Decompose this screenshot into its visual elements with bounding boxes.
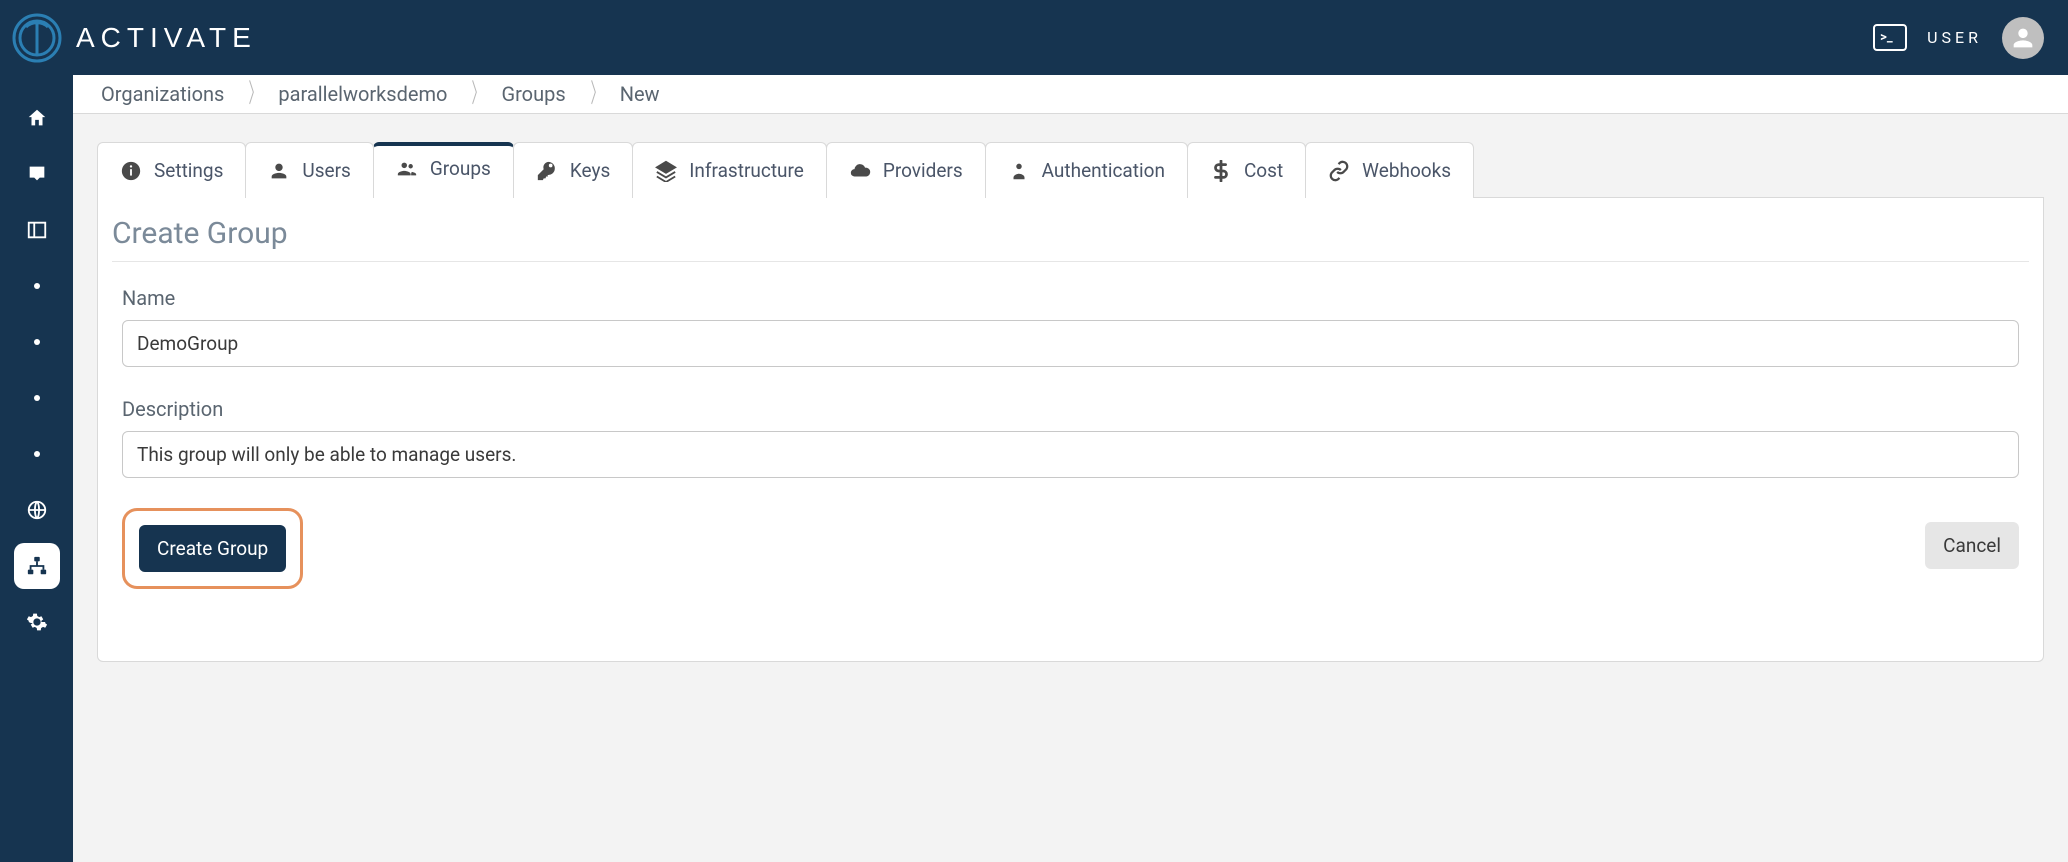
terminal-icon: >_ bbox=[1880, 31, 1893, 44]
tab-label: Providers bbox=[883, 159, 963, 182]
globe-icon bbox=[26, 499, 48, 521]
description-input[interactable] bbox=[122, 431, 2019, 478]
dollar-icon bbox=[1210, 160, 1232, 182]
cloud-icon bbox=[849, 160, 871, 182]
tab-authentication[interactable]: Authentication bbox=[985, 142, 1188, 198]
description-label: Description bbox=[122, 397, 2019, 421]
chevron-right-icon: 〉 bbox=[588, 81, 605, 107]
name-label: Name bbox=[122, 286, 2019, 310]
breadcrumb-item[interactable]: New bbox=[614, 82, 674, 106]
user-icon bbox=[268, 160, 290, 182]
info-icon bbox=[120, 160, 142, 182]
tab-label: Settings bbox=[154, 159, 223, 182]
user-icon bbox=[2009, 24, 2037, 52]
create-group-button[interactable]: Create Group bbox=[139, 525, 286, 572]
sidebar-item-home[interactable] bbox=[14, 95, 60, 141]
avatar[interactable] bbox=[2002, 17, 2044, 59]
inbox-icon bbox=[26, 163, 48, 185]
tab-label: Infrastructure bbox=[689, 159, 804, 182]
field-description: Description bbox=[122, 397, 2019, 478]
tab-label: Groups bbox=[430, 157, 491, 180]
topbar-right: >_ USER bbox=[1873, 17, 2044, 59]
tab-users[interactable]: Users bbox=[245, 142, 373, 198]
tab-webhooks[interactable]: Webhooks bbox=[1305, 142, 1474, 198]
topbar: ACTIVATE >_ USER bbox=[0, 0, 2068, 75]
tab-cost[interactable]: Cost bbox=[1187, 142, 1306, 198]
tab-keys[interactable]: Keys bbox=[513, 142, 633, 198]
tab-settings[interactable]: Settings bbox=[97, 142, 246, 198]
tab-label: Cost bbox=[1244, 159, 1283, 182]
sidebar-item-org[interactable] bbox=[14, 543, 60, 589]
highlight-create-button: Create Group bbox=[122, 508, 303, 589]
content-area: Settings Users Groups Keys Infrastructur… bbox=[73, 114, 2068, 690]
sidebar-item-panel[interactable] bbox=[14, 207, 60, 253]
cancel-button[interactable]: Cancel bbox=[1925, 522, 2019, 569]
sidebar-separator-1 bbox=[14, 263, 60, 309]
breadcrumb-item[interactable]: parallelworksdemo bbox=[272, 82, 461, 106]
actions: Create Group Cancel bbox=[112, 508, 2029, 589]
layers-icon bbox=[655, 160, 677, 182]
sidebar-separator-4 bbox=[14, 431, 60, 477]
panel-icon bbox=[26, 219, 48, 241]
shield-user-icon bbox=[1008, 160, 1030, 182]
home-icon bbox=[26, 107, 48, 129]
tabs: Settings Users Groups Keys Infrastructur… bbox=[97, 142, 2044, 198]
main: Organizations 〉 parallelworksdemo 〉 Grou… bbox=[73, 75, 2068, 862]
brand-name: ACTIVATE bbox=[76, 22, 257, 54]
tab-label: Webhooks bbox=[1362, 159, 1451, 182]
breadcrumb-item[interactable]: Groups bbox=[495, 82, 579, 106]
brand[interactable]: ACTIVATE bbox=[12, 13, 257, 63]
sidebar-item-settings[interactable] bbox=[14, 599, 60, 645]
brand-logo-icon bbox=[12, 13, 62, 63]
tab-providers[interactable]: Providers bbox=[826, 142, 986, 198]
tab-infrastructure[interactable]: Infrastructure bbox=[632, 142, 827, 198]
chevron-right-icon: 〉 bbox=[470, 81, 487, 107]
group-icon bbox=[396, 158, 418, 180]
sidebar-item-inbox[interactable] bbox=[14, 151, 60, 197]
chevron-right-icon: 〉 bbox=[247, 81, 264, 107]
field-name: Name bbox=[122, 286, 2019, 367]
org-icon bbox=[26, 555, 48, 577]
tab-groups[interactable]: Groups bbox=[373, 142, 514, 198]
breadcrumb: Organizations 〉 parallelworksdemo 〉 Grou… bbox=[73, 75, 2068, 114]
sidebar-item-globe[interactable] bbox=[14, 487, 60, 533]
link-icon bbox=[1328, 160, 1350, 182]
terminal-button[interactable]: >_ bbox=[1873, 24, 1907, 51]
sidebar bbox=[0, 75, 73, 862]
panel: Create Group Name Description Create Gro… bbox=[97, 198, 2044, 662]
name-input[interactable] bbox=[122, 320, 2019, 367]
breadcrumb-item[interactable]: Organizations bbox=[95, 82, 238, 106]
gear-icon bbox=[26, 611, 48, 633]
sidebar-separator-3 bbox=[14, 375, 60, 421]
key-icon bbox=[536, 160, 558, 182]
sidebar-separator-2 bbox=[14, 319, 60, 365]
tab-label: Keys bbox=[570, 159, 610, 182]
tab-label: Authentication bbox=[1042, 159, 1165, 182]
tab-label: Users bbox=[302, 159, 350, 182]
user-label[interactable]: USER bbox=[1927, 28, 1982, 47]
page-title: Create Group bbox=[112, 216, 2029, 262]
